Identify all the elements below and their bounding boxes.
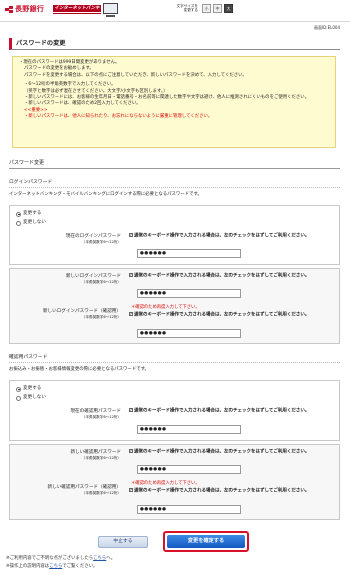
login-radio-change[interactable]: 変更する [16, 211, 41, 217]
login-new-keyboard-check[interactable]: 通常のキーボード操作で入力される場合は、左のチェックをはずしてご利用ください。 [129, 272, 343, 280]
checkbox-icon [129, 232, 133, 239]
login-section-title: ログインパスワード [9, 180, 340, 188]
confirm-current-keyboard-check[interactable]: 通常のキーボード操作で入力される場合は、左のチェックをはずしてご利用ください。 [129, 407, 343, 415]
confirm-confirm-error: ＊確認のため再度入力して下さい。 [131, 481, 200, 486]
radio-unselected-icon [16, 220, 21, 226]
checkbox-icon [129, 311, 133, 318]
login-section-description: インターネットバンキング・モバイルバンキングにログインする際に必要となるパスワー… [9, 192, 202, 197]
bank-logo[interactable]: 長野銀行 [5, 5, 44, 14]
login-radio-nochange[interactable]: 変更しない [16, 220, 46, 226]
login-new-password-input[interactable]: ●●●●●● [137, 289, 241, 298]
confirm-change-box: 変更する 変更しない 現在の確認用パスワード （半角英数字6～12桁） 通常のキ… [9, 380, 340, 441]
confirm-section-title: 確認用パスワード [9, 355, 340, 363]
footer-guide-line: ※操作上の説明内容はこちらでご覧ください。 [6, 564, 98, 569]
computer-icon [103, 3, 118, 17]
font-size-medium-button[interactable]: 中 [213, 4, 222, 13]
confirm-new-password-input[interactable]: ●●●●●● [137, 465, 241, 474]
login-new-label: 新しいログインパスワード （半角英数字6～12桁） [65, 274, 121, 284]
checkbox-icon [129, 272, 133, 279]
footer-help-line: ※ご利用内容でご不明な点がございましたらこちらへ。 [6, 556, 116, 561]
login-current-label: 現在のログインパスワード （半角英数字6～12桁） [65, 234, 121, 244]
help-link[interactable]: こちら [93, 556, 106, 561]
login-current-keyboard-check[interactable]: 通常のキーボード操作で入力される場合は、左のチェックをはずしてご利用ください。 [129, 232, 343, 240]
checkbox-icon [129, 487, 133, 494]
bank-logo-icon [5, 5, 13, 14]
radio-unselected-icon [16, 395, 21, 401]
page-title: パスワードの変更 [9, 38, 340, 50]
confirm-radio-nochange[interactable]: 変更しない [16, 395, 46, 401]
confirm-current-password-input[interactable]: ●●●●●● [137, 425, 241, 434]
guide-link[interactable]: こちら [49, 564, 62, 569]
font-size-label: 文字サイズを変更する [176, 4, 198, 13]
confirm-new-label: 新しい確認用パスワード （半角英数字6～12桁） [70, 450, 121, 460]
confirm-confirm-label: 新しい確認用パスワード（確認用） （半角英数字6～12桁） [47, 485, 121, 495]
login-confirm-password-input[interactable]: ●●●●●● [137, 329, 241, 338]
confirm-radio-change[interactable]: 変更する [16, 386, 41, 392]
confirm-current-label: 現在の確認用パスワード （半角英数字6～12桁） [70, 409, 121, 419]
cancel-button[interactable]: 中止する [98, 536, 148, 548]
font-size-small-button[interactable]: 小 [202, 4, 211, 13]
section-title: パスワード変更 [9, 160, 340, 169]
notice-box: ・現在のパスワードは999日間変更がありません。 パスワードの変更をお勧めします… [12, 56, 336, 148]
bank-name: 長野銀行 [15, 5, 45, 13]
screen-id: 画面ID:EL004 [314, 25, 340, 30]
login-current-password-input[interactable]: ●●●●●● [137, 249, 241, 258]
login-confirm-keyboard-check[interactable]: 通常のキーボード操作で入力される場合は、左のチェックをはずしてご利用ください。 [129, 311, 343, 319]
login-change-box: 変更する 変更しない 現在のログインパスワード （半角英数字6～12桁） 通常の… [9, 205, 340, 265]
confirm-confirm-password-input[interactable]: ●●●●●● [137, 505, 241, 514]
radio-selected-icon [16, 386, 21, 392]
service-banner: インターネットバンキング [53, 5, 101, 18]
header: 長野銀行 インターネットバンキング 文字サイズを変更する 小 中 大 [0, 0, 350, 22]
login-new-box: 新しいログインパスワード （半角英数字6～12桁） 通常のキーボード操作で入力さ… [9, 268, 340, 344]
login-confirm-label: 新しいログインパスワード（確認用） （半角英数字6～12桁） [42, 309, 121, 319]
checkbox-icon [129, 407, 133, 414]
notice-important-line: ・新しいパスワードは、他人に知られたり、お忘れにならないように厳重に管理してくだ… [24, 114, 213, 120]
confirm-new-box: 新しい確認用パスワード （半角英数字6～12桁） 通常のキーボード操作で入力され… [9, 444, 340, 520]
confirm-new-keyboard-check[interactable]: 通常のキーボード操作で入力される場合は、左のチェックをはずしてご利用ください。 [129, 448, 343, 456]
banner-underline [53, 13, 101, 14]
checkbox-icon [129, 448, 133, 455]
confirm-confirm-keyboard-check[interactable]: 通常のキーボード操作で入力される場合は、左のチェックをはずしてご利用ください。 [129, 487, 343, 495]
confirm-change-button[interactable]: 変更を確定する [167, 535, 245, 548]
font-size-large-button[interactable]: 大 [224, 4, 233, 13]
confirm-section-description: お振込み・お振替・お客様情報変更の際に必要となるパスワードです。 [9, 367, 149, 372]
confirm-button-highlight: 変更を確定する [163, 531, 249, 552]
radio-selected-icon [16, 211, 21, 217]
login-confirm-error: ＊確認のため再度入力して下さい。 [131, 305, 200, 310]
